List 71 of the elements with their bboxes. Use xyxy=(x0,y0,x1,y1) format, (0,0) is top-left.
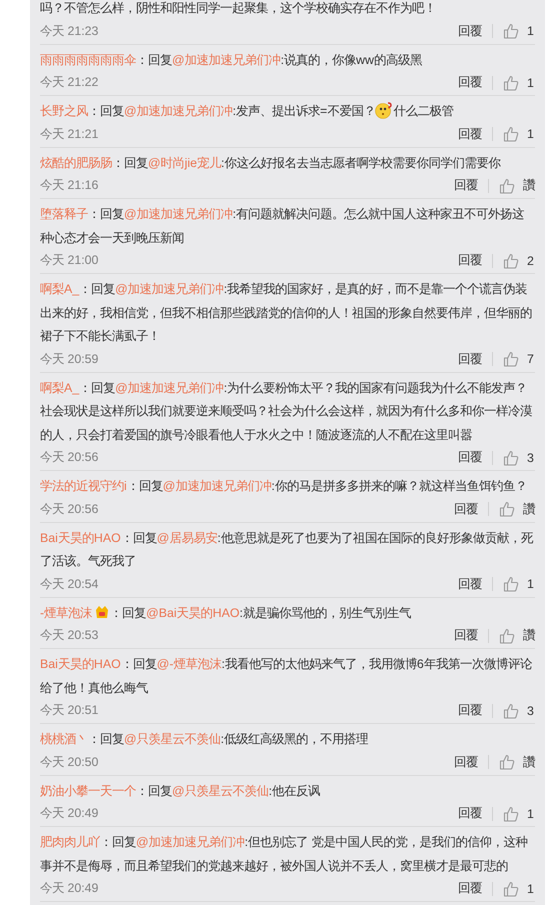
reply-link[interactable]: 回覆 xyxy=(458,449,482,466)
comment-text: 雨雨雨雨雨雨雨伞：回复@加速加速兄弟们冲:说真的，你像ww的高级黑 xyxy=(40,52,423,68)
like-button[interactable]: 讚 xyxy=(499,754,535,770)
comment-text: 学法的近视守约i：回复@加速加速兄弟们冲:你的马是拼多多拼来的嘛？就这样当鱼饵钓鱼？ xyxy=(40,478,528,495)
thumbs-up-icon xyxy=(503,702,519,718)
comment-text: 炫酷的肥肠肠：回复@时尚jie宠儿:你这么好报名去当志愿者啊学校需要你同学们需要你 xyxy=(40,154,502,172)
like-button[interactable]: 讚 xyxy=(499,500,535,518)
thumbs-up-icon xyxy=(503,252,519,268)
like-button[interactable]: 1 xyxy=(503,23,535,39)
like-button[interactable]: 讚 xyxy=(499,627,535,644)
thumbs-up-icon xyxy=(503,806,519,822)
like-button[interactable]: 1 xyxy=(503,74,535,90)
reply-link[interactable]: 回覆 xyxy=(454,500,478,518)
thumbs-up-icon xyxy=(503,23,519,39)
thumbs-up-icon xyxy=(503,880,519,896)
reply-link[interactable]: 回覆 xyxy=(454,177,478,194)
like-button[interactable]: 3 xyxy=(503,702,535,718)
thumbs-up-icon xyxy=(499,178,515,194)
like-button[interactable]: 3 xyxy=(503,450,535,466)
thumbs-up-icon xyxy=(499,754,515,770)
reply-link[interactable]: 回覆 xyxy=(458,126,482,142)
reply-link[interactable]: 回覆 xyxy=(458,252,482,269)
comment-time: 今天 20:53 xyxy=(40,627,100,644)
reply-link[interactable]: 回覆 xyxy=(454,627,478,644)
comment-time: 今天 20:56 xyxy=(40,500,100,518)
comment-text: 桃桃酒丶：回复@只羡星云不羡仙:低级红高级黑的，不用搭理 xyxy=(40,731,370,748)
comment-text: -煙草泡沫 ：回复@Bai天昊的HAO:就是骗你骂他的，别生气别生气 xyxy=(40,604,412,622)
thumbs-up-icon xyxy=(503,74,519,90)
comment-text: 肥肉肉儿吖：回复@加速加速兄弟们冲:但也别忘了 党是中国人民的党，是我们的信仰，这种事并不是侮辱，而且希望我们的党越来越好，被外国人说并不丢人，窝里横才是最可悲的 xyxy=(40,834,528,874)
comment-time: 今天 21:21 xyxy=(40,126,100,142)
comment-text: 奶油小攀一天一个：回复@只羡星云不羡仙:他在反讽 xyxy=(40,782,322,800)
comment-text: 啊梨A_：回复@加速加速兄弟们冲:我希望我的国家好，是真的好，而不是靠一个个谎言伪装出来的好，我相信党，但我不相信那些践踏党的信仰的人！祖国的形象自然要伟岸，但华丽的裙子下不能长满虱子！ xyxy=(40,281,533,345)
comment-text: Bai天昊的HAO：回复@居易易安:他意思就是死了也要为了祖国在国际的良好形象做贡献，死了活该。气死我了 xyxy=(40,530,534,570)
comment-time: 今天 20:51 xyxy=(40,702,100,719)
thumbs-up-icon xyxy=(503,450,519,466)
thumbs-up-icon xyxy=(503,351,519,367)
reply-link[interactable]: 回覆 xyxy=(458,880,482,897)
comment-time: 今天 21:16 xyxy=(40,177,100,194)
comment-time: 今天 21:22 xyxy=(40,74,100,91)
reply-link[interactable]: 回覆 xyxy=(454,754,478,770)
reply-link[interactable]: 回覆 xyxy=(458,350,482,368)
thumbs-up-icon xyxy=(503,126,519,142)
like-button[interactable]: 1 xyxy=(503,576,535,592)
like-button[interactable]: 7 xyxy=(503,351,535,367)
comment-text: Bai天昊的HAO：回复@-煙草泡沫:我看他写的太他妈来气了，我用微博6年我第一次微博评论给了他！真他么晦气 xyxy=(40,656,533,696)
comment-time: 今天 20:50 xyxy=(40,754,100,770)
reply-link[interactable]: 回覆 xyxy=(458,74,482,91)
comment-text: 啊梨A_：回复@加速加速兄弟们冲:为什么要粉饰太平？我的国家有问题我为什么不能发声？社会现状是这样所以我们就要逆来顺受吗？社会为什么会这样，就因为有什么多和你一样冷漠的人，只会打着爱国的旗号冷眼看他人于水火之中！随波逐流的人不配在这里叫嚣 xyxy=(40,380,533,444)
like-button[interactable]: 1 xyxy=(503,126,535,142)
reply-link[interactable]: 回覆 xyxy=(458,805,482,822)
comment-time: 今天 20:49 xyxy=(40,805,100,822)
like-button[interactable]: 2 xyxy=(503,252,535,268)
reply-link[interactable]: 回覆 xyxy=(458,576,482,592)
comment-time: 今天 21:00 xyxy=(40,252,100,269)
like-button[interactable]: 讚 xyxy=(499,177,535,194)
comment-time: 今天 20:49 xyxy=(40,880,100,897)
comment-text: 堕落释子：回复@加速加速兄弟们冲:有问题就解决问题。怎么就中国人这种家丑不可外扬这种心态才会一天到晚压新闻 xyxy=(40,206,526,246)
reply-link[interactable]: 回覆 xyxy=(458,702,482,719)
like-button[interactable]: 1 xyxy=(503,880,535,896)
thumbs-up-icon xyxy=(499,628,515,644)
thumbs-up-icon xyxy=(503,576,519,592)
comment-time: 今天 21:23 xyxy=(40,22,100,40)
like-button[interactable]: 1 xyxy=(503,806,535,822)
comment-time: 今天 20:54 xyxy=(40,576,100,592)
comment-time: 今天 20:56 xyxy=(40,449,100,466)
comment-text: 吗？不管怎么样，阴性和阳性同学一起聚集，这个学校确实存在不作为吧！ xyxy=(40,0,437,17)
comment-time: 今天 20:59 xyxy=(40,350,100,368)
confused-face-icon xyxy=(375,101,394,119)
comment-text: 长野之风：回复@加速加速兄弟们冲:发声、提出诉求=不爱国？ 什么二极管 xyxy=(40,100,535,124)
thumbs-up-icon xyxy=(499,501,515,517)
reply-link[interactable]: 回覆 xyxy=(458,22,482,40)
